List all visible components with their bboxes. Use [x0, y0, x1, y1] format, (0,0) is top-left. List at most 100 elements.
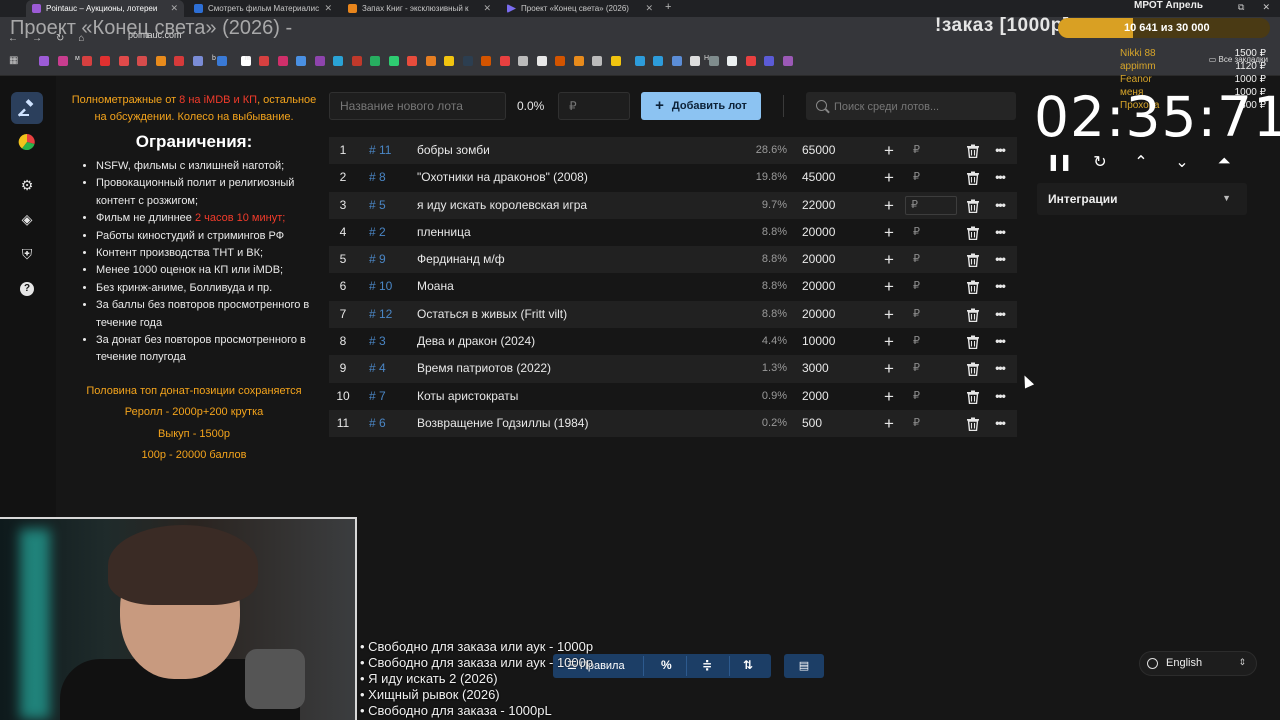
lot-add-button[interactable]: + — [881, 301, 897, 328]
browser-tab[interactable]: Проект «Конец света» (2026) ✕ — [501, 0, 659, 17]
more-options-icon[interactable]: ••• — [993, 164, 1007, 191]
bookmark-icon[interactable] — [155, 56, 166, 66]
auction-hammer-button[interactable] — [11, 92, 43, 124]
bookmark-icon[interactable] — [351, 56, 362, 66]
new-lot-amount-input[interactable] — [558, 92, 630, 120]
bookmark-icon[interactable] — [653, 56, 663, 66]
lot-name[interactable]: Фердинанд м/ф — [417, 246, 505, 273]
wheel-button[interactable] — [11, 126, 43, 158]
bookmark-label[interactable]: Н — [704, 55, 709, 62]
layers-button[interactable]: ◈ — [11, 203, 43, 235]
bookmark-icon[interactable] — [536, 56, 547, 66]
bookmark-icon[interactable] — [518, 56, 528, 66]
bookmark-icon[interactable] — [277, 56, 288, 66]
lot-name[interactable]: бобры зомби — [417, 137, 490, 164]
timer-down-button[interactable]: ⌄ — [1170, 152, 1194, 172]
bookmark-icon[interactable] — [610, 56, 621, 66]
trash-icon[interactable] — [966, 280, 980, 295]
lot-add-button[interactable]: + — [881, 246, 897, 273]
bookmark-icon[interactable] — [333, 56, 343, 66]
bookmark-icon[interactable] — [425, 56, 436, 66]
more-options-icon[interactable]: ••• — [993, 137, 1007, 164]
trash-icon[interactable] — [966, 335, 980, 350]
bookmark-label[interactable]: b — [212, 55, 216, 62]
shield-button[interactable]: ⛨ — [11, 238, 43, 270]
lot-add-button[interactable]: + — [881, 137, 897, 164]
bookmark-icon[interactable] — [444, 56, 454, 66]
more-options-icon[interactable]: ••• — [993, 192, 1007, 219]
lot-amount[interactable]: 45000 — [802, 164, 835, 191]
lot-add-amount-input[interactable]: ₽ — [913, 246, 920, 273]
bookmark-label[interactable]: m — [245, 55, 251, 62]
bookmark-icon[interactable] — [370, 56, 380, 66]
lot-add-amount-input[interactable]: ₽ — [905, 195, 957, 215]
bookmark-icon[interactable] — [782, 56, 793, 66]
help-button[interactable]: ? — [11, 273, 43, 305]
bookmark-icon[interactable] — [573, 56, 584, 66]
lot-add-amount-input[interactable]: ₽ — [913, 301, 920, 328]
bookmark-icon[interactable] — [555, 56, 565, 66]
compress-icon[interactable]: ≑ — [702, 658, 712, 672]
lot-add-button[interactable]: + — [881, 383, 897, 410]
bookmark-icon[interactable] — [499, 56, 510, 66]
trash-icon[interactable] — [966, 199, 980, 213]
lot-name[interactable]: Моана — [417, 273, 454, 300]
bookmark-icon[interactable] — [671, 56, 682, 66]
more-options-icon[interactable]: ••• — [993, 301, 1007, 328]
trash-icon[interactable] — [966, 253, 980, 268]
trash-icon[interactable] — [966, 171, 980, 186]
lot-amount[interactable]: 2000 — [802, 383, 829, 410]
lot-amount[interactable]: 20000 — [802, 219, 835, 246]
browser-tab[interactable]: Смотреть фильм Материалис ✕ — [188, 0, 338, 17]
more-options-icon[interactable]: ••• — [993, 410, 1007, 437]
lot-add-amount-input[interactable]: ₽ — [913, 137, 920, 164]
close-icon[interactable]: ✕ — [645, 3, 653, 14]
clear-all-button[interactable]: ▤ — [784, 654, 824, 678]
more-options-icon[interactable]: ••• — [993, 273, 1007, 300]
more-options-icon[interactable]: ••• — [993, 355, 1007, 382]
close-icon[interactable]: ✕ — [170, 3, 178, 14]
bookmark-icon[interactable] — [462, 56, 473, 66]
lot-add-amount-input[interactable]: ₽ — [913, 328, 920, 355]
close-icon[interactable]: ✕ — [483, 3, 491, 14]
lot-amount[interactable]: 22000 — [802, 192, 835, 219]
percent-toggle-icon[interactable]: % — [661, 658, 672, 672]
more-options-icon[interactable]: ••• — [993, 246, 1007, 273]
lot-amount[interactable]: 3000 — [802, 355, 829, 382]
bookmark-icon[interactable] — [745, 56, 756, 66]
bookmark-icon[interactable] — [764, 56, 774, 66]
new-lot-name-input[interactable] — [329, 92, 506, 120]
lot-add-button[interactable]: + — [881, 164, 897, 191]
lot-name[interactable]: "Охотники на драконов" (2008) — [417, 164, 588, 191]
bookmark-icon[interactable] — [100, 56, 110, 66]
bookmark-icon[interactable] — [259, 56, 269, 66]
bookmark-icon[interactable] — [314, 56, 325, 66]
close-icon[interactable]: ✕ — [324, 3, 332, 14]
add-lot-button[interactable]: + Добавить лот — [641, 92, 761, 120]
integrations-dropdown[interactable]: Интеграции ▼ — [1037, 183, 1247, 215]
trash-icon[interactable] — [966, 144, 980, 158]
browser-tab[interactable]: Pointauc – Аукционы, лотереи ✕ — [26, 0, 184, 17]
language-select[interactable]: English ⇕ — [1139, 651, 1257, 676]
lot-add-amount-input[interactable]: ₽ — [913, 219, 920, 246]
bookmark-icon[interactable] — [407, 56, 417, 66]
bookmark-icon[interactable] — [137, 56, 147, 66]
pause-button[interactable]: ❚❚ — [1047, 152, 1073, 172]
bookmark-label[interactable]: м — [75, 55, 80, 62]
lot-name[interactable]: Дева и дракон (2024) — [417, 328, 535, 355]
lot-add-button[interactable]: + — [881, 410, 897, 437]
lot-amount[interactable]: 20000 — [802, 273, 835, 300]
lot-name[interactable]: пленница — [417, 219, 471, 246]
lot-name[interactable]: Коты аристократы — [417, 383, 518, 410]
bookmark-icon[interactable] — [708, 56, 719, 66]
lot-add-button[interactable]: + — [881, 192, 897, 219]
trash-icon[interactable] — [966, 308, 980, 322]
bookmark-icon[interactable] — [216, 56, 227, 66]
lot-add-button[interactable]: + — [881, 219, 897, 246]
bookmark-icon[interactable] — [481, 56, 491, 66]
lot-search-input[interactable] — [832, 92, 1016, 122]
bookmark-icon[interactable] — [634, 56, 645, 66]
bookmark-icon[interactable] — [81, 56, 92, 66]
sort-icon[interactable]: ⇅ — [743, 658, 753, 672]
lot-add-amount-input[interactable]: ₽ — [913, 383, 920, 410]
